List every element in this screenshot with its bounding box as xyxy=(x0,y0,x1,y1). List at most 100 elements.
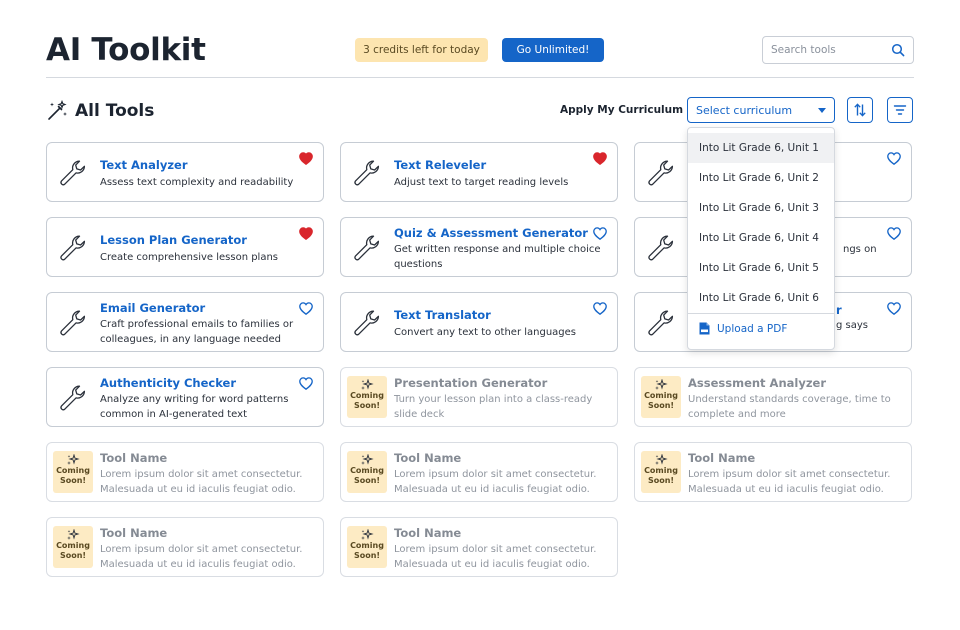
tool-title: Tool Name xyxy=(688,451,756,465)
curriculum-option[interactable]: Into Lit Grade 6, Unit 4 xyxy=(688,223,834,253)
tool-title: r xyxy=(836,303,842,317)
wrench-icon xyxy=(645,158,675,188)
heart-icon[interactable] xyxy=(299,377,313,390)
tool-title: Tool Name xyxy=(100,526,168,540)
heart-icon[interactable] xyxy=(593,152,607,165)
caret-down-icon xyxy=(818,108,826,113)
tool-description: Lorem ipsum dolor sit amet consectetur. … xyxy=(688,469,891,495)
curriculum-select[interactable]: Select curriculum xyxy=(687,97,835,123)
wrench-icon xyxy=(57,383,87,413)
tool-description: ngs on xyxy=(843,244,877,255)
search-icon[interactable] xyxy=(891,43,905,57)
tool-card-email-generator[interactable]: Email Generator Craft professional email… xyxy=(46,292,324,352)
curriculum-dropdown-menu: Into Lit Grade 6, Unit 1 Into Lit Grade … xyxy=(687,127,835,350)
tool-description: Lorem ipsum dolor sit amet consectetur. … xyxy=(100,544,303,570)
sparkle-icon xyxy=(360,529,374,541)
curriculum-option[interactable]: Into Lit Grade 6, Unit 2 xyxy=(688,163,834,193)
curriculum-select-value: Select curriculum xyxy=(696,104,793,117)
tool-card-text-analyzer[interactable]: Text Analyzer Assess text complexity and… xyxy=(46,142,324,202)
wrench-icon xyxy=(57,158,87,188)
curriculum-option[interactable]: Into Lit Grade 6, Unit 3 xyxy=(688,193,834,223)
tool-card-placeholder: Coming Soon! Tool Name Lorem ipsum dolor… xyxy=(340,442,618,502)
tool-description: Lorem ipsum dolor sit amet consectetur. … xyxy=(394,544,597,570)
tool-description: Craft professional emails to families or… xyxy=(100,319,294,345)
heart-icon[interactable] xyxy=(887,227,901,240)
tool-title: Lesson Plan Generator xyxy=(100,233,247,247)
heart-icon[interactable] xyxy=(593,227,607,240)
tool-title: Assessment Analyzer xyxy=(688,376,826,390)
tool-title: Text Analyzer xyxy=(100,158,188,172)
sort-button[interactable] xyxy=(847,97,873,123)
page-title: AI Toolkit xyxy=(46,32,206,68)
tool-description: Understand standards coverage, time to c… xyxy=(688,394,891,420)
tool-description: Turn your lesson plan into a class-ready… xyxy=(394,394,593,420)
tool-title: Authenticity Checker xyxy=(100,376,237,390)
coming-soon-badge: Coming Soon! xyxy=(347,526,387,568)
tool-title: Tool Name xyxy=(394,451,462,465)
tool-card-authenticity-checker[interactable]: Authenticity Checker Analyze any writing… xyxy=(46,367,324,427)
tool-title: Presentation Generator xyxy=(394,376,548,390)
coming-soon-badge: Coming Soon! xyxy=(53,451,93,493)
credits-badge: 3 credits left for today xyxy=(355,38,488,62)
tool-card-placeholder: Coming Soon! Tool Name Lorem ipsum dolor… xyxy=(340,517,618,577)
heart-icon[interactable] xyxy=(299,152,313,165)
tool-title: Text Translator xyxy=(394,308,491,322)
search-box xyxy=(762,36,914,64)
tool-description: g says xyxy=(836,320,868,331)
tool-title: Tool Name xyxy=(100,451,168,465)
curriculum-option[interactable]: Into Lit Grade 6, Unit 1 xyxy=(688,133,834,163)
sparkle-icon xyxy=(66,529,80,541)
tool-card-placeholder: Coming Soon! Tool Name Lorem ipsum dolor… xyxy=(46,442,324,502)
heart-icon[interactable] xyxy=(887,152,901,165)
sparkle-icon xyxy=(360,454,374,466)
sparkle-icon xyxy=(66,454,80,466)
tool-card-lesson-plan-generator[interactable]: Lesson Plan Generator Create comprehensi… xyxy=(46,217,324,277)
coming-soon-badge: Coming Soon! xyxy=(641,451,681,493)
tool-description: Assess text complexity and readability xyxy=(100,177,294,188)
tool-description: Get written response and multiple choice… xyxy=(394,244,601,270)
upload-pdf-button[interactable]: Upload a PDF xyxy=(688,314,834,344)
tool-description: Create comprehensive lesson plans xyxy=(100,252,279,263)
tool-card-text-translator[interactable]: Text Translator Convert any text to othe… xyxy=(340,292,618,352)
tool-card-text-releveler[interactable]: Text Releveler Adjust text to target rea… xyxy=(340,142,618,202)
curriculum-option[interactable]: Into Lit Grade 6, Unit 6 xyxy=(688,283,834,313)
tool-card-presentation-generator: Coming Soon! Presentation Generator Turn… xyxy=(340,367,618,427)
search-input[interactable] xyxy=(771,41,883,59)
tool-description: Lorem ipsum dolor sit amet consectetur. … xyxy=(394,469,597,495)
curriculum-option[interactable]: Into Lit Grade 6, Unit 5 xyxy=(688,253,834,283)
tool-card-placeholder: Coming Soon! Tool Name Lorem ipsum dolor… xyxy=(46,517,324,577)
magic-wand-icon xyxy=(48,100,67,120)
upload-pdf-label: Upload a PDF xyxy=(717,323,788,335)
heart-icon[interactable] xyxy=(299,302,313,315)
wrench-icon xyxy=(57,233,87,263)
tool-description: Lorem ipsum dolor sit amet consectetur. … xyxy=(100,469,303,495)
heart-icon[interactable] xyxy=(593,302,607,315)
section-title: All Tools xyxy=(75,101,155,121)
sparkle-icon xyxy=(654,454,668,466)
wrench-icon xyxy=(57,308,87,338)
tool-title: Quiz & Assessment Generator xyxy=(394,226,588,240)
filter-icon xyxy=(893,105,907,115)
sparkle-icon xyxy=(360,379,374,391)
heart-icon[interactable] xyxy=(299,227,313,240)
wrench-icon xyxy=(645,308,675,338)
heart-icon[interactable] xyxy=(887,302,901,315)
wrench-icon xyxy=(351,308,381,338)
filter-button[interactable] xyxy=(887,97,913,123)
tool-title: Email Generator xyxy=(100,301,206,315)
tool-card-quiz-assessment-generator[interactable]: Quiz & Assessment Generator Get written … xyxy=(340,217,618,277)
tool-description: Convert any text to other languages xyxy=(394,327,577,338)
go-unlimited-button[interactable]: Go Unlimited! xyxy=(502,38,604,62)
tool-title: Tool Name xyxy=(394,526,462,540)
tool-card-assessment-analyzer: Coming Soon! Assessment Analyzer Underst… xyxy=(634,367,912,427)
coming-soon-badge: Coming Soon! xyxy=(53,526,93,568)
wrench-icon xyxy=(351,233,381,263)
curriculum-label: Apply My Curriculum xyxy=(560,104,684,116)
wrench-icon xyxy=(351,158,381,188)
coming-soon-badge: Coming Soon! xyxy=(641,376,681,418)
tool-title: Text Releveler xyxy=(394,158,487,172)
tool-card-placeholder: Coming Soon! Tool Name Lorem ipsum dolor… xyxy=(634,442,912,502)
tool-description: Analyze any writing for word patterns co… xyxy=(100,394,289,420)
sort-arrows-icon xyxy=(854,103,866,117)
pdf-file-icon xyxy=(699,322,710,335)
